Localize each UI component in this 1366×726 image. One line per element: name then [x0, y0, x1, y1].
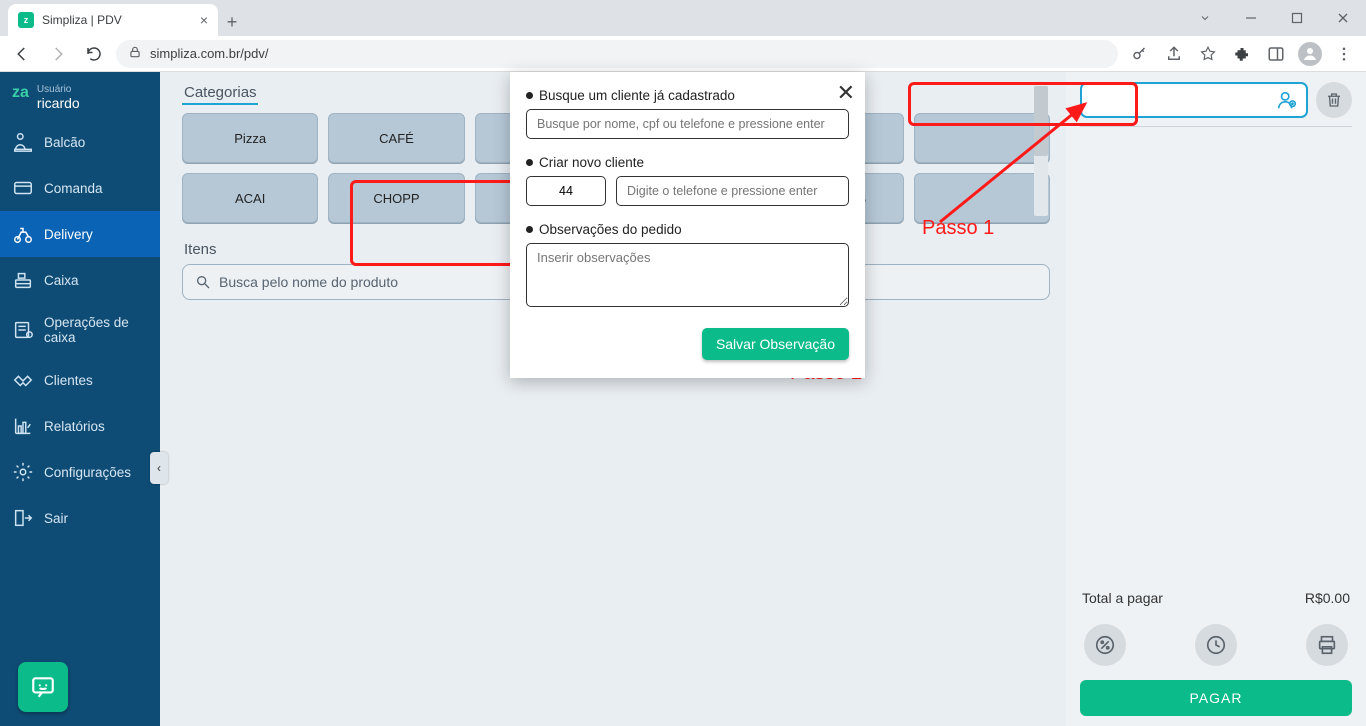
sidebar-item-clientes[interactable]: Clientes [0, 357, 160, 403]
tab-title: Simpliza | PDV [42, 13, 122, 27]
operations-icon [12, 319, 34, 341]
extension-icon[interactable] [1228, 40, 1256, 68]
order-panel: Total a pagar R$0.00 PAGAR [1066, 72, 1366, 726]
sidebar-item-label: Configurações [44, 465, 131, 480]
close-window-icon[interactable] [1320, 0, 1366, 36]
printer-icon [1316, 634, 1338, 656]
chat-fab[interactable] [18, 662, 68, 712]
customer-modal: ✕ Busque um cliente já cadastrado Criar … [510, 72, 865, 378]
category-button[interactable]: ACAI [182, 173, 318, 223]
browser-address-bar: simpliza.com.br/pdv/ [0, 36, 1366, 72]
chat-icon [30, 674, 56, 700]
key-icon[interactable] [1126, 40, 1154, 68]
brand-logo: za [12, 84, 29, 102]
profile-avatar[interactable] [1296, 40, 1324, 68]
sidebar-item-label: Relatórios [44, 419, 105, 434]
category-button[interactable] [914, 113, 1050, 163]
lock-icon [128, 45, 142, 62]
browser-tab[interactable]: z Simpliza | PDV × [8, 4, 218, 36]
sidebar-item-sair[interactable]: Sair [0, 495, 160, 541]
print-button[interactable] [1306, 624, 1348, 666]
share-icon[interactable] [1160, 40, 1188, 68]
sidebar-item-relatorios[interactable]: Relatórios [0, 403, 160, 449]
url-text: simpliza.com.br/pdv/ [150, 46, 268, 61]
user-name: ricardo [37, 95, 80, 111]
search-placeholder: Busca pelo nome do produto [219, 274, 398, 290]
kebab-menu-icon[interactable] [1330, 40, 1358, 68]
back-button[interactable] [8, 40, 36, 68]
sidebar-item-balcao[interactable]: Balcão [0, 119, 160, 165]
chart-icon [12, 415, 34, 437]
sidebar: za Usuário ricardo Balcão Comanda Delive [0, 72, 160, 726]
sidebar-item-label: Caixa [44, 273, 79, 288]
sidebar-item-label: Balcão [44, 135, 85, 150]
phone-input[interactable] [616, 176, 849, 206]
discount-button[interactable] [1084, 624, 1126, 666]
person-add-icon [1276, 89, 1298, 111]
delivery-icon [12, 223, 34, 245]
create-customer-label: Criar novo cliente [526, 155, 849, 170]
handshake-icon [12, 369, 34, 391]
close-modal-button[interactable]: ✕ [837, 80, 855, 106]
category-button[interactable]: Pizza [182, 113, 318, 163]
counter-icon [12, 131, 34, 153]
search-customer-input[interactable] [526, 109, 849, 139]
minimize-icon[interactable] [1228, 0, 1274, 36]
total-value: R$0.00 [1305, 590, 1350, 606]
side-panel-icon[interactable] [1262, 40, 1290, 68]
cash-register-icon [12, 269, 34, 291]
trash-icon [1325, 91, 1343, 109]
star-icon[interactable] [1194, 40, 1222, 68]
sidebar-item-label: Comanda [44, 181, 103, 196]
category-button[interactable] [914, 173, 1050, 223]
sidebar-user: za Usuário ricardo [0, 72, 160, 119]
forward-button[interactable] [44, 40, 72, 68]
percent-icon [1094, 634, 1116, 656]
gear-icon [12, 461, 34, 483]
maximize-icon[interactable] [1274, 0, 1320, 36]
user-label: Usuário [37, 84, 80, 95]
obs-textarea[interactable] [526, 243, 849, 307]
obs-label: Observações do pedido [526, 222, 849, 237]
card-icon [12, 177, 34, 199]
ddd-input[interactable] [526, 176, 606, 206]
categories-scrollbar[interactable] [1034, 86, 1048, 216]
save-observation-button[interactable]: Salvar Observação [702, 328, 849, 360]
clear-order-button[interactable] [1316, 82, 1352, 118]
sidebar-item-label: Delivery [44, 227, 93, 242]
sidebar-item-label: Sair [44, 511, 68, 526]
clock-icon [1205, 634, 1227, 656]
favicon-icon: z [18, 12, 34, 28]
logout-icon [12, 507, 34, 529]
sidebar-item-operacoes[interactable]: Operações de caixa [0, 303, 160, 357]
sidebar-item-delivery[interactable]: Delivery [0, 211, 160, 257]
title-underline [182, 103, 258, 105]
sidebar-item-comanda[interactable]: Comanda [0, 165, 160, 211]
search-customer-label: Busque um cliente já cadastrado [526, 88, 849, 103]
total-label: Total a pagar [1082, 590, 1163, 606]
close-tab-icon[interactable]: × [200, 12, 208, 28]
new-tab-button[interactable]: + [218, 8, 246, 36]
divider [1080, 126, 1352, 127]
sidebar-item-label: Operações de caixa [44, 315, 148, 345]
window-controls [1182, 0, 1366, 36]
search-icon [195, 274, 211, 290]
customer-search-button[interactable] [1080, 82, 1308, 118]
category-button[interactable]: CHOPP [328, 173, 464, 223]
sidebar-item-configuracoes[interactable]: Configurações [0, 449, 160, 495]
sidebar-item-label: Clientes [44, 373, 93, 388]
url-box[interactable]: simpliza.com.br/pdv/ [116, 40, 1118, 68]
browser-tabs-bar: z Simpliza | PDV × + [0, 0, 1366, 36]
chevron-down-icon[interactable] [1182, 0, 1228, 36]
sidebar-item-caixa[interactable]: Caixa [0, 257, 160, 303]
pay-button[interactable]: PAGAR [1080, 680, 1352, 716]
reload-button[interactable] [80, 40, 108, 68]
history-button[interactable] [1195, 624, 1237, 666]
category-button[interactable]: CAFÉ [328, 113, 464, 163]
